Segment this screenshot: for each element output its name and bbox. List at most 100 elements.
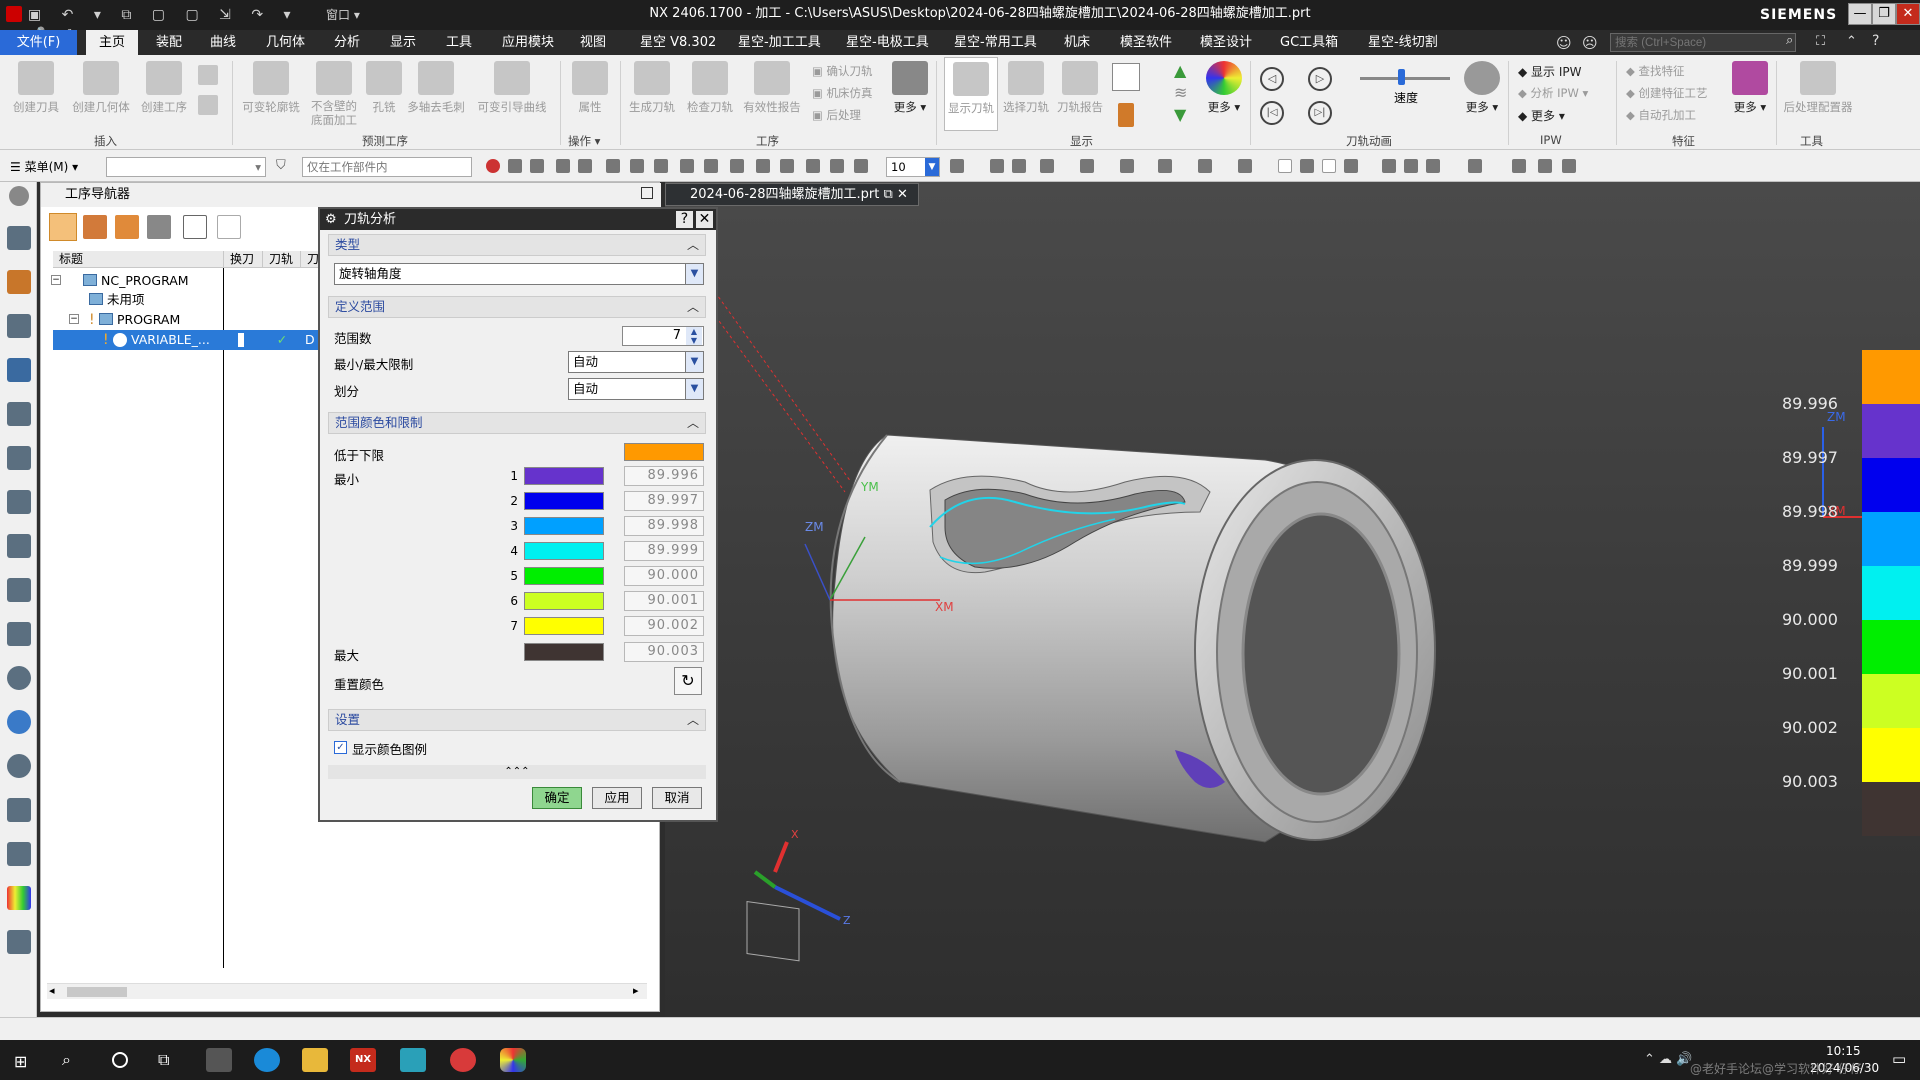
- frown-icon[interactable]: ☹: [1582, 34, 1598, 52]
- floor-no-wall-button[interactable]: 不含壁的底面加工: [306, 61, 362, 127]
- delete-group-button[interactable]: [217, 215, 241, 239]
- part-navigator-icon[interactable]: [7, 226, 31, 250]
- display-more-button[interactable]: 更多 ▾: [1204, 61, 1244, 115]
- main-menu-button[interactable]: ☰ 菜单(M) ▾: [10, 158, 78, 175]
- max-color-swatch[interactable]: [524, 643, 604, 661]
- show-toolpath-button[interactable]: 显示刀轨: [944, 57, 998, 131]
- toolpath-analysis-icon[interactable]: [1112, 63, 1140, 91]
- type-dropdown[interactable]: 旋转轴角度 ▼: [334, 263, 704, 285]
- select-toolpath-button[interactable]: 选择刀轨: [1000, 61, 1052, 115]
- speed-slider-handle[interactable]: [1398, 69, 1405, 85]
- toolpath-report-button[interactable]: 刀轨报告: [1054, 61, 1106, 115]
- file-menu[interactable]: 文件(F): [0, 30, 77, 55]
- search-icon[interactable]: ⌕: [62, 1050, 71, 1070]
- range-color-swatch[interactable]: [524, 592, 604, 610]
- clock-time[interactable]: 10:15: [1826, 1044, 1861, 1058]
- tab-home[interactable]: 主页: [86, 30, 138, 55]
- view-tool-icon[interactable]: [1468, 159, 1482, 173]
- close-tab-icon[interactable]: ✕: [897, 187, 908, 202]
- verify-toolpath-button[interactable]: ▣ 确认刀轨: [812, 63, 873, 79]
- column-header-tool-change[interactable]: 换刀: [224, 251, 263, 268]
- type-filter-combo[interactable]: ▾: [106, 157, 266, 177]
- view-tool-icon[interactable]: [1426, 159, 1440, 173]
- collapse-icon[interactable]: −: [69, 314, 79, 324]
- hole-milling-button[interactable]: 孔铣: [364, 61, 404, 115]
- filter-tool-icon[interactable]: [630, 159, 644, 173]
- view-tool-icon[interactable]: [1322, 159, 1336, 173]
- range-limit-field[interactable]: 89.998: [624, 516, 704, 536]
- filter-tool-icon[interactable]: [556, 159, 570, 173]
- variable-contour-button[interactable]: 可变轮廓铣: [240, 61, 302, 115]
- animation-more-button[interactable]: 更多 ▾: [1462, 61, 1502, 115]
- scope-filter-combo[interactable]: 仅在工作部件内: [302, 157, 472, 177]
- view-tool-icon[interactable]: [1300, 159, 1314, 173]
- filter-tool-icon[interactable]: [508, 159, 522, 173]
- graphics-window[interactable]: YM ZM XM X Z ZM XM: [665, 182, 1920, 1017]
- collapse-section-icon[interactable]: ︿: [687, 413, 699, 433]
- cancel-button[interactable]: 取消: [652, 787, 702, 809]
- start-icon[interactable]: ⊞: [14, 1052, 27, 1071]
- view-tool-icon[interactable]: [1344, 159, 1358, 173]
- settings-icon[interactable]: [9, 186, 29, 206]
- create-tool-button[interactable]: 创建刀具: [8, 61, 64, 115]
- range-color-swatch[interactable]: [524, 617, 604, 635]
- fullscreen-icon[interactable]: ⛶: [1816, 34, 1825, 49]
- properties-button[interactable]: 属性: [568, 61, 612, 115]
- show-color-legend-checkbox[interactable]: ✓: [334, 741, 347, 754]
- constraint-navigator-icon[interactable]: [7, 314, 31, 338]
- operation-navigator-icon[interactable]: [7, 358, 31, 382]
- section-define-range[interactable]: 定义范围 ︿: [328, 296, 706, 318]
- view-tool-icon[interactable]: [1512, 159, 1526, 173]
- history-icon[interactable]: [7, 622, 31, 646]
- search-icon[interactable]: ⌕: [1786, 33, 1793, 48]
- filter-tool-icon[interactable]: [530, 159, 544, 173]
- scroll-thumb[interactable]: [67, 987, 127, 997]
- range-color-swatch[interactable]: [524, 467, 604, 485]
- scroll-left-arrow[interactable]: ◂: [49, 984, 55, 997]
- column-header-title[interactable]: 标题: [53, 251, 224, 268]
- create-feature-process-button[interactable]: ◆ 创建特征工艺: [1626, 85, 1708, 101]
- tab-xingkong-wirecut[interactable]: 星空-线切割: [1360, 30, 1446, 55]
- dialog-help-button[interactable]: ?: [676, 211, 693, 228]
- machine-simulation-button[interactable]: ▣ 机床仿真: [812, 85, 873, 101]
- feature-more-button[interactable]: 更多 ▾: [1730, 61, 1770, 115]
- dialog-header[interactable]: ⚙ 刀轨分析: [320, 209, 716, 230]
- play-button[interactable]: ▷: [1308, 67, 1332, 91]
- section-settings[interactable]: 设置 ︿: [328, 709, 706, 731]
- create-geometry-button[interactable]: 创建几何体: [70, 61, 132, 115]
- dialog-close-button[interactable]: ✕: [696, 211, 713, 228]
- clock-icon[interactable]: [7, 754, 31, 778]
- max-value-field[interactable]: 90.003: [624, 642, 704, 662]
- hd3d-tools-icon[interactable]: [7, 534, 31, 558]
- help-icon[interactable]: ?: [1872, 33, 1879, 49]
- tab-xingkong-electrode[interactable]: 星空-电极工具: [838, 30, 937, 55]
- range-limit-field[interactable]: 89.999: [624, 541, 704, 561]
- file-explorer-icon[interactable]: [302, 1048, 328, 1072]
- quick-access-toolbar[interactable]: ▣ ↶ ▾ ⧉ ▢ ▢ ⇲ ↷ ▾ 🎤 ✎ ▢: [28, 5, 318, 43]
- tab-xingkong[interactable]: 星空 V8.302: [632, 30, 724, 55]
- process-more-button[interactable]: 更多 ▾: [890, 61, 930, 115]
- speed-slider[interactable]: [1360, 77, 1450, 80]
- tab-tools[interactable]: 工具: [438, 30, 480, 55]
- view-tool-icon[interactable]: [1012, 159, 1026, 173]
- tab-mosheng-software[interactable]: 模圣软件: [1112, 30, 1180, 55]
- machining-feature-navigator-icon[interactable]: [7, 446, 31, 470]
- maximize-button[interactable]: ❐: [1872, 3, 1896, 25]
- filter-tool-icon[interactable]: [756, 159, 770, 173]
- smile-icon[interactable]: ☺: [1556, 34, 1572, 52]
- new-group-button[interactable]: [183, 215, 207, 239]
- filter-tool-icon[interactable]: [806, 159, 820, 173]
- analyze-ipw-button[interactable]: ◆ 分析 IPW ▾: [1518, 85, 1588, 101]
- post-config-button[interactable]: 后处理配置器: [1780, 61, 1856, 115]
- view-tool-icon[interactable]: [1278, 159, 1292, 173]
- tree-node-nc-program[interactable]: − NC_PROGRAM: [51, 271, 251, 291]
- view-tool-icon[interactable]: [1538, 159, 1552, 173]
- collapse-icon[interactable]: −: [51, 275, 61, 285]
- tab-gc-toolbox[interactable]: GC工具箱: [1272, 30, 1346, 55]
- create-operation-button[interactable]: 创建工序: [136, 61, 192, 115]
- view-tool-icon[interactable]: [1198, 159, 1212, 173]
- collapse-ribbon-icon[interactable]: ⌃: [1846, 34, 1857, 49]
- range-color-swatch[interactable]: [524, 517, 604, 535]
- tab-mosheng-design[interactable]: 模圣设计: [1192, 30, 1260, 55]
- section-type[interactable]: 类型 ︿: [328, 234, 706, 256]
